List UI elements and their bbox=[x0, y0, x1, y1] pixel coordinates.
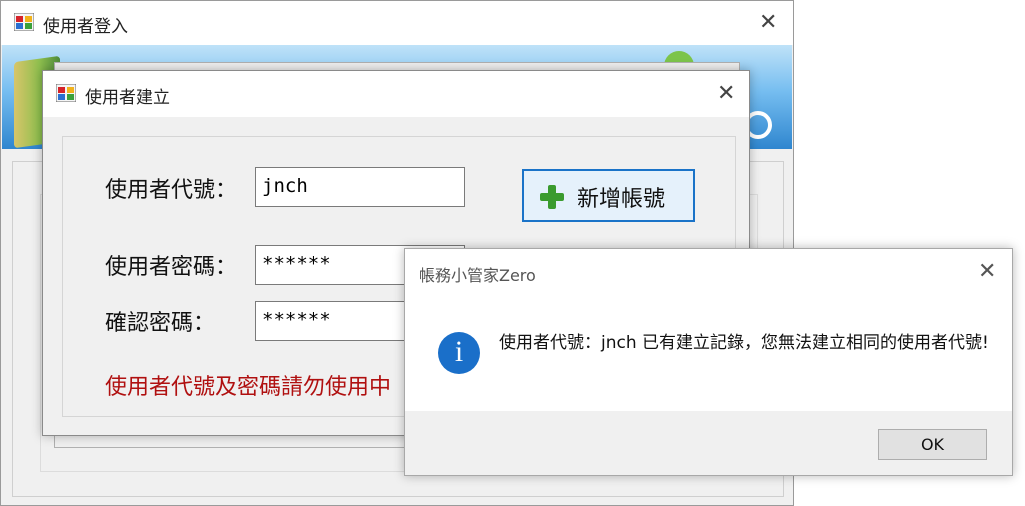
add-account-label: 新增帳號 bbox=[577, 187, 666, 212]
message-close-icon[interactable]: ✕ bbox=[978, 261, 996, 283]
login-window-title: 使用者登入 bbox=[43, 17, 128, 37]
message-text: 使用者代號：jnch 已有建立記錄，您無法建立相同的使用者代號! bbox=[499, 333, 989, 353]
password-label: 使用者密碼： bbox=[105, 255, 238, 280]
user-id-label: 使用者代號： bbox=[105, 178, 238, 203]
user-id-input[interactable]: jnch bbox=[255, 167, 465, 207]
confirm-password-label: 確認密碼： bbox=[105, 311, 216, 336]
ok-button[interactable]: OK bbox=[878, 429, 987, 460]
app-icon bbox=[14, 13, 34, 31]
app-icon bbox=[56, 84, 76, 102]
create-titlebar: 使用者建立 ✕ bbox=[43, 71, 749, 117]
create-window-title: 使用者建立 bbox=[85, 88, 170, 108]
warning-text: 使用者代號及密碼請勿使用中 bbox=[105, 375, 392, 400]
add-account-button[interactable]: 新增帳號 bbox=[522, 169, 695, 222]
message-box-title: 帳務小管家Zero bbox=[419, 266, 536, 285]
message-box: 帳務小管家Zero ✕ i 使用者代號：jnch 已有建立記錄，您無法建立相同的… bbox=[404, 248, 1013, 476]
create-close-icon[interactable]: ✕ bbox=[717, 83, 735, 105]
plus-icon bbox=[540, 185, 564, 209]
login-titlebar: 使用者登入 ✕ bbox=[1, 1, 793, 45]
info-icon: i bbox=[438, 332, 480, 374]
login-close-icon[interactable]: ✕ bbox=[759, 12, 777, 34]
